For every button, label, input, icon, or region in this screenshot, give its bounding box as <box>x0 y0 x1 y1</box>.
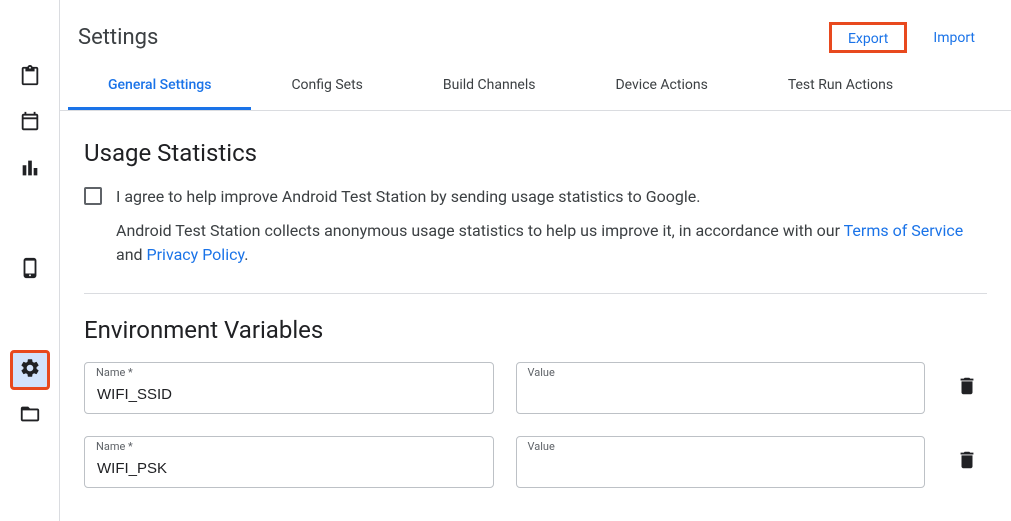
env-value-input-0[interactable] <box>516 362 926 414</box>
usage-title: Usage Statistics <box>84 139 987 167</box>
env-value-field-1: Value <box>516 436 926 488</box>
folder-icon <box>19 403 41 429</box>
delete-row-button-1[interactable] <box>947 442 987 482</box>
usage-agree-checkbox[interactable] <box>84 187 102 205</box>
tab-test-run-actions[interactable]: Test Run Actions <box>748 63 933 110</box>
header: Settings Export Import <box>60 0 1011 63</box>
sidebar-item-device[interactable] <box>10 250 50 290</box>
clipboard-icon <box>19 65 41 91</box>
main-content: Settings Export Import General Settings … <box>60 0 1011 521</box>
sidebar-item-settings[interactable] <box>10 350 50 390</box>
sidebar-item-calendar[interactable] <box>10 104 50 144</box>
tab-build-channels[interactable]: Build Channels <box>403 63 576 110</box>
terms-link[interactable]: Terms of Service <box>844 221 964 240</box>
tab-general-settings[interactable]: General Settings <box>68 63 251 110</box>
divider <box>84 293 987 294</box>
trash-icon <box>956 449 978 475</box>
env-name-field-0: Name * <box>84 362 494 414</box>
tab-config-sets[interactable]: Config Sets <box>251 63 402 110</box>
env-name-label: Name * <box>96 366 133 379</box>
phone-icon <box>19 257 41 283</box>
sidebar-item-chart[interactable] <box>10 150 50 190</box>
env-name-input-0[interactable] <box>84 362 494 414</box>
env-name-input-1[interactable] <box>84 436 494 488</box>
sidebar-item-clipboard[interactable] <box>10 58 50 98</box>
page-title: Settings <box>78 25 158 50</box>
env-value-field-0: Value <box>516 362 926 414</box>
chart-icon <box>19 157 41 183</box>
usage-desc-prefix: Android Test Station collects anonymous … <box>116 221 844 240</box>
calendar-icon <box>19 111 41 137</box>
env-name-field-1: Name * <box>84 436 494 488</box>
trash-icon <box>956 375 978 401</box>
gear-icon <box>19 357 41 383</box>
env-row-0: Name * Value <box>84 362 987 414</box>
env-row-1: Name * Value <box>84 436 987 488</box>
privacy-link[interactable]: Privacy Policy <box>147 245 245 264</box>
delete-row-button-0[interactable] <box>947 368 987 408</box>
sidebar-item-folder[interactable] <box>10 396 50 436</box>
usage-agree-row: I agree to help improve Android Test Sta… <box>84 185 987 209</box>
usage-agree-text: I agree to help improve Android Test Sta… <box>116 185 700 209</box>
import-button[interactable]: Import <box>925 24 983 52</box>
env-name-label: Name * <box>96 440 133 453</box>
usage-period: . <box>244 245 248 264</box>
env-value-input-1[interactable] <box>516 436 926 488</box>
header-actions: Export Import <box>829 22 983 53</box>
tab-device-actions[interactable]: Device Actions <box>575 63 747 110</box>
tabs: General Settings Config Sets Build Chann… <box>60 63 1011 111</box>
export-highlight: Export <box>829 22 907 53</box>
usage-description: Android Test Station collects anonymous … <box>116 219 987 267</box>
env-value-label: Value <box>528 440 555 453</box>
sidebar <box>0 0 60 521</box>
content: Usage Statistics I agree to help improve… <box>60 111 1011 521</box>
env-title: Environment Variables <box>84 316 987 344</box>
env-value-label: Value <box>528 366 555 379</box>
usage-and: and <box>116 245 147 264</box>
export-button[interactable]: Export <box>840 25 896 53</box>
